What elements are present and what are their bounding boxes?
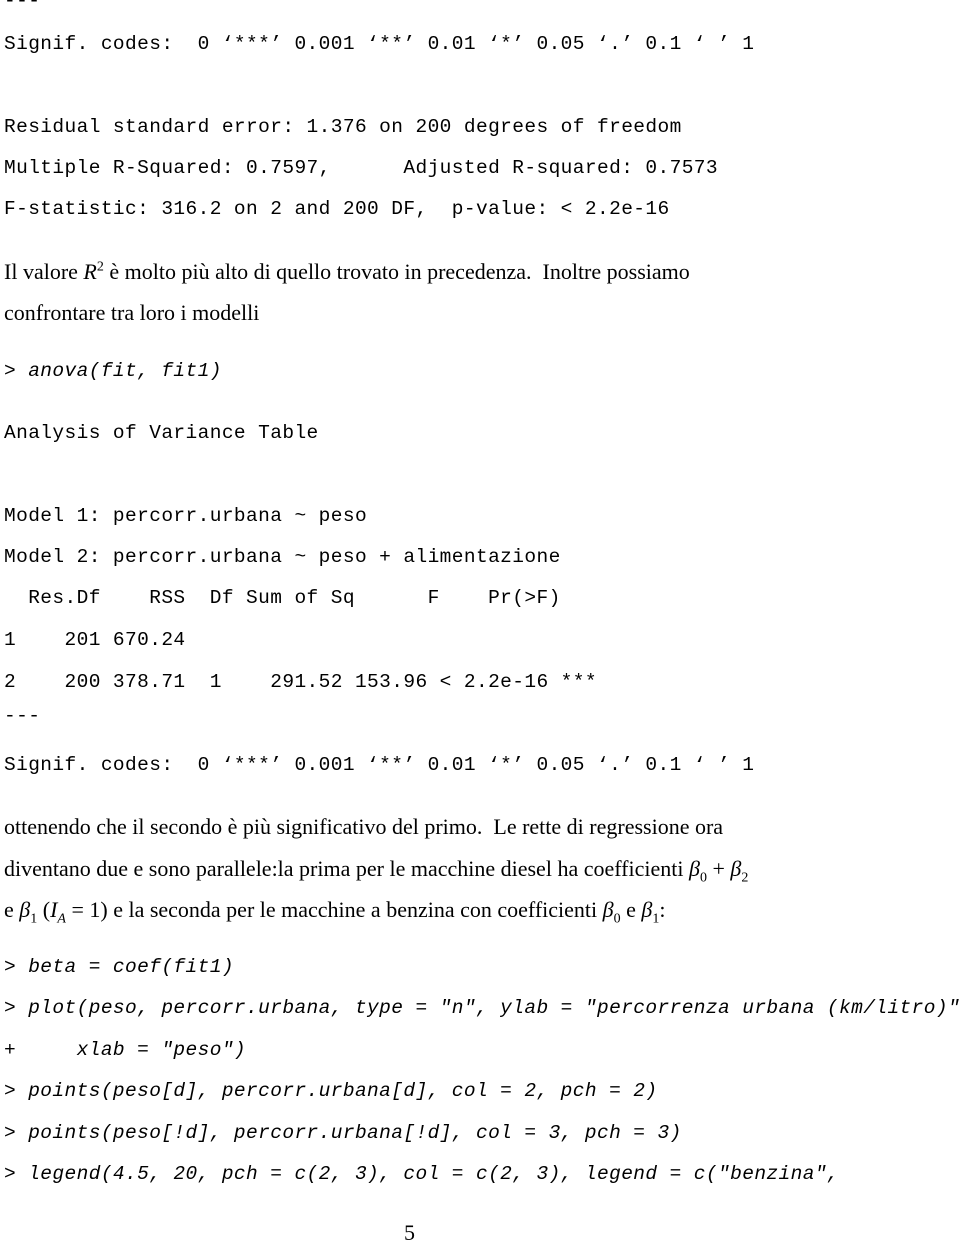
paragraph-regression-line1: ottenendo che il secondo è più significa…	[4, 814, 724, 839]
math-subscript: 0	[613, 911, 621, 927]
page-number: 5	[404, 1220, 415, 1245]
anova-title: Analysis of Variance Table	[4, 422, 319, 444]
f-statistic-line: F-statistic: 316.2 on 2 and 200 DF, p-va…	[4, 198, 670, 220]
paragraph-r2-line1: Il valore R2 è molto più alto di quello …	[4, 259, 690, 284]
command-plot: > plot(peso, percorr.urbana, type = "n",…	[4, 997, 960, 1019]
command-anova: > anova(fit, fit1)	[4, 360, 222, 382]
math-beta: β	[19, 897, 31, 922]
text: diventano due e sono parallele:la prima …	[4, 856, 689, 881]
command-plot-continuation: + xlab = "peso")	[4, 1039, 247, 1061]
math-r: R	[83, 259, 97, 284]
math-superscript: 2	[96, 259, 104, 275]
anova-table-row: 1 201 670.24	[4, 629, 186, 651]
anova-model2: Model 2: percorr.urbana ~ peso + aliment…	[4, 546, 561, 568]
r-squared-line: Multiple R-Squared: 0.7597, Adjusted R-s…	[4, 157, 719, 179]
anova-separator: ---	[4, 705, 41, 727]
math-subscript: 2	[741, 870, 749, 886]
paragraph-regression-line3: e β1 (IA = 1) e la seconda per le macchi…	[4, 897, 666, 926]
math-beta: β	[688, 856, 700, 881]
text: = 1)	[65, 897, 108, 922]
r-output-separator-top: ---	[4, 0, 41, 12]
anova-model1: Model 1: percorr.urbana ~ peso	[4, 505, 368, 527]
command-points-d: > points(peso[d], percorr.urbana[d], col…	[4, 1080, 658, 1102]
text: e	[620, 897, 642, 922]
math-plus: +	[706, 856, 731, 881]
command-points-not-d: > points(peso[!d], percorr.urbana[!d], c…	[4, 1122, 682, 1144]
math-subscript: A	[57, 911, 66, 927]
math-beta: β	[602, 897, 614, 922]
residual-standard-error: Residual standard error: 1.376 on 200 de…	[4, 116, 682, 138]
command-legend: > legend(4.5, 20, pch = c(2, 3), col = c…	[4, 1163, 840, 1185]
anova-signif-codes: Signif. codes: 0 ‘***’ 0.001 ‘**’ 0.01 ‘…	[4, 754, 755, 776]
text: :	[659, 897, 666, 922]
anova-table-header: Res.Df RSS Df Sum of Sq F Pr(>F)	[4, 587, 561, 609]
math-subscript: 0	[699, 870, 707, 886]
text: e la seconda per le macchine a benzina c…	[107, 897, 603, 922]
math-beta: β	[641, 897, 653, 922]
command-beta: > beta = coef(fit1)	[4, 956, 234, 978]
math-beta: β	[730, 856, 742, 881]
paragraph-r2-line2: confrontare tra loro i modelli	[4, 300, 260, 325]
paragraph-regression-line2: diventano due e sono parallele:la prima …	[4, 856, 748, 885]
anova-table-row: 2 200 378.71 1 291.52 153.96 < 2.2e-16 *…	[4, 671, 597, 693]
text: (	[37, 897, 51, 922]
text: Il valore	[4, 259, 84, 284]
text: è molto più alto di quello trovato in pr…	[103, 259, 690, 284]
signif-codes-top: Signif. codes: 0 ‘***’ 0.001 ‘**’ 0.01 ‘…	[4, 33, 755, 55]
text: e	[4, 897, 20, 922]
